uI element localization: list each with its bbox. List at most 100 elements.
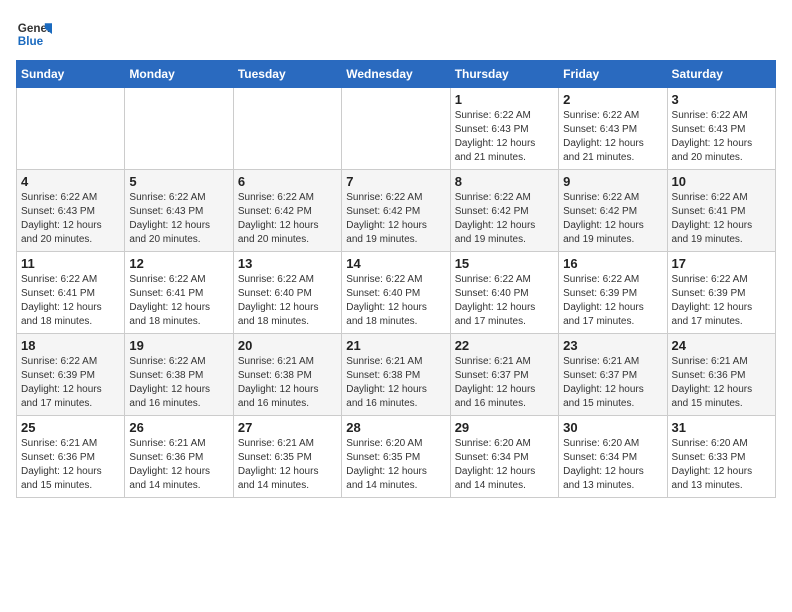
calendar-cell: 2 Sunrise: 6:22 AM Sunset: 6:43 PM Daylig… (559, 88, 667, 170)
calendar-cell: 20 Sunrise: 6:21 AM Sunset: 6:38 PM Dayli… (233, 334, 341, 416)
day-info: Sunrise: 6:21 AM Sunset: 6:38 PM Dayligh… (238, 355, 337, 411)
day-number: 3 (672, 92, 771, 107)
day-number: 22 (455, 338, 554, 353)
calendar-cell: 28 Sunrise: 6:20 AM Sunset: 6:35 PM Dayli… (342, 416, 450, 498)
day-number: 6 (238, 174, 337, 189)
calendar-cell: 21 Sunrise: 6:21 AM Sunset: 6:38 PM Dayli… (342, 334, 450, 416)
day-number: 5 (129, 174, 228, 189)
day-number: 29 (455, 420, 554, 435)
day-number: 31 (672, 420, 771, 435)
calendar-cell: 5 Sunrise: 6:22 AM Sunset: 6:43 PM Daylig… (125, 170, 233, 252)
day-info: Sunrise: 6:22 AM Sunset: 6:40 PM Dayligh… (238, 273, 337, 329)
day-info: Sunrise: 6:22 AM Sunset: 6:42 PM Dayligh… (563, 191, 662, 247)
day-number: 9 (563, 174, 662, 189)
day-number: 13 (238, 256, 337, 271)
weekday-header-sunday: Sunday (17, 61, 125, 88)
calendar-table: SundayMondayTuesdayWednesdayThursdayFrid… (16, 60, 776, 498)
day-number: 12 (129, 256, 228, 271)
day-number: 25 (21, 420, 120, 435)
day-number: 28 (346, 420, 445, 435)
calendar-cell: 3 Sunrise: 6:22 AM Sunset: 6:43 PM Daylig… (667, 88, 775, 170)
logo-icon: General Blue (16, 16, 52, 52)
day-info: Sunrise: 6:22 AM Sunset: 6:41 PM Dayligh… (129, 273, 228, 329)
calendar-cell: 27Sunrise: 6:21 AM Sunset: 6:35 PM Dayli… (233, 416, 341, 498)
day-info: Sunrise: 6:22 AM Sunset: 6:42 PM Dayligh… (238, 191, 337, 247)
calendar-cell: 16 Sunrise: 6:22 AM Sunset: 6:39 PM Dayli… (559, 252, 667, 334)
day-info: Sunrise: 6:20 AM Sunset: 6:35 PM Dayligh… (346, 437, 445, 493)
calendar-cell: 9 Sunrise: 6:22 AM Sunset: 6:42 PM Daylig… (559, 170, 667, 252)
day-number: 10 (672, 174, 771, 189)
day-info: Sunrise: 6:22 AM Sunset: 6:41 PM Dayligh… (21, 273, 120, 329)
day-number: 30 (563, 420, 662, 435)
day-number: 17 (672, 256, 771, 271)
day-info: Sunrise: 6:22 AM Sunset: 6:43 PM Dayligh… (129, 191, 228, 247)
calendar-cell: 25 Sunrise: 6:21 AM Sunset: 6:36 PM Dayli… (17, 416, 125, 498)
day-info: Sunrise: 6:20 AM Sunset: 6:34 PM Dayligh… (455, 437, 554, 493)
day-number: 23 (563, 338, 662, 353)
day-info: Sunrise: 6:22 AM Sunset: 6:40 PM Dayligh… (455, 273, 554, 329)
calendar-cell: 1Sunrise: 6:22 AM Sunset: 6:43 PM Daylig… (450, 88, 558, 170)
calendar-cell (17, 88, 125, 170)
calendar-cell: 26 Sunrise: 6:21 AM Sunset: 6:36 PM Dayli… (125, 416, 233, 498)
weekday-header-monday: Monday (125, 61, 233, 88)
day-number: 21 (346, 338, 445, 353)
day-number: 11 (21, 256, 120, 271)
weekday-header-thursday: Thursday (450, 61, 558, 88)
day-info: Sunrise: 6:22 AM Sunset: 6:39 PM Dayligh… (21, 355, 120, 411)
calendar-cell: 12 Sunrise: 6:22 AM Sunset: 6:41 PM Dayli… (125, 252, 233, 334)
calendar-cell: 19 Sunrise: 6:22 AM Sunset: 6:38 PM Dayli… (125, 334, 233, 416)
weekday-header-wednesday: Wednesday (342, 61, 450, 88)
day-info: Sunrise: 6:22 AM Sunset: 6:39 PM Dayligh… (563, 273, 662, 329)
day-number: 2 (563, 92, 662, 107)
calendar-cell: 14Sunrise: 6:22 AM Sunset: 6:40 PM Dayli… (342, 252, 450, 334)
calendar-cell: 29 Sunrise: 6:20 AM Sunset: 6:34 PM Dayli… (450, 416, 558, 498)
calendar-cell: 15 Sunrise: 6:22 AM Sunset: 6:40 PM Dayli… (450, 252, 558, 334)
day-info: Sunrise: 6:22 AM Sunset: 6:42 PM Dayligh… (346, 191, 445, 247)
day-info: Sunrise: 6:22 AM Sunset: 6:38 PM Dayligh… (129, 355, 228, 411)
svg-text:Blue: Blue (18, 35, 44, 48)
calendar-cell: 6 Sunrise: 6:22 AM Sunset: 6:42 PM Daylig… (233, 170, 341, 252)
day-number: 24 (672, 338, 771, 353)
day-info: Sunrise: 6:21 AM Sunset: 6:36 PM Dayligh… (129, 437, 228, 493)
day-info: Sunrise: 6:20 AM Sunset: 6:34 PM Dayligh… (563, 437, 662, 493)
calendar-cell: 31 Sunrise: 6:20 AM Sunset: 6:33 PM Dayli… (667, 416, 775, 498)
day-number: 20 (238, 338, 337, 353)
day-info: Sunrise: 6:21 AM Sunset: 6:37 PM Dayligh… (455, 355, 554, 411)
calendar-cell: 24 Sunrise: 6:21 AM Sunset: 6:36 PM Dayli… (667, 334, 775, 416)
day-info: Sunrise: 6:22 AM Sunset: 6:42 PM Dayligh… (455, 191, 554, 247)
day-number: 16 (563, 256, 662, 271)
day-number: 19 (129, 338, 228, 353)
day-info: Sunrise: 6:21 AM Sunset: 6:36 PM Dayligh… (672, 355, 771, 411)
calendar-cell: 11 Sunrise: 6:22 AM Sunset: 6:41 PM Dayli… (17, 252, 125, 334)
logo: General Blue (16, 16, 52, 52)
day-number: 15 (455, 256, 554, 271)
day-info: Sunrise: 6:22 AM Sunset: 6:43 PM Dayligh… (563, 109, 662, 165)
day-info: Sunrise: 6:21 AM Sunset: 6:36 PM Dayligh… (21, 437, 120, 493)
page-header: General Blue (16, 16, 776, 52)
day-info: Sunrise: 6:22 AM Sunset: 6:41 PM Dayligh… (672, 191, 771, 247)
calendar-cell: 17 Sunrise: 6:22 AM Sunset: 6:39 PM Dayli… (667, 252, 775, 334)
calendar-cell: 4Sunrise: 6:22 AM Sunset: 6:43 PM Daylig… (17, 170, 125, 252)
calendar-cell (233, 88, 341, 170)
calendar-cell: 7Sunrise: 6:22 AM Sunset: 6:42 PM Daylig… (342, 170, 450, 252)
calendar-cell: 8 Sunrise: 6:22 AM Sunset: 6:42 PM Daylig… (450, 170, 558, 252)
day-info: Sunrise: 6:21 AM Sunset: 6:38 PM Dayligh… (346, 355, 445, 411)
day-number: 26 (129, 420, 228, 435)
day-info: Sunrise: 6:20 AM Sunset: 6:33 PM Dayligh… (672, 437, 771, 493)
calendar-cell: 13 Sunrise: 6:22 AM Sunset: 6:40 PM Dayli… (233, 252, 341, 334)
day-info: Sunrise: 6:22 AM Sunset: 6:43 PM Dayligh… (672, 109, 771, 165)
weekday-header-tuesday: Tuesday (233, 61, 341, 88)
calendar-cell: 22 Sunrise: 6:21 AM Sunset: 6:37 PM Dayli… (450, 334, 558, 416)
calendar-cell: 18 Sunrise: 6:22 AM Sunset: 6:39 PM Dayli… (17, 334, 125, 416)
calendar-cell (342, 88, 450, 170)
day-number: 18 (21, 338, 120, 353)
day-number: 8 (455, 174, 554, 189)
day-info: Sunrise: 6:22 AM Sunset: 6:43 PM Dayligh… (21, 191, 120, 247)
calendar-cell: 30 Sunrise: 6:20 AM Sunset: 6:34 PM Dayli… (559, 416, 667, 498)
weekday-header-saturday: Saturday (667, 61, 775, 88)
day-info: Sunrise: 6:22 AM Sunset: 6:39 PM Dayligh… (672, 273, 771, 329)
day-info: Sunrise: 6:21 AM Sunset: 6:37 PM Dayligh… (563, 355, 662, 411)
day-info: Sunrise: 6:21 AM Sunset: 6:35 PM Dayligh… (238, 437, 337, 493)
weekday-header-friday: Friday (559, 61, 667, 88)
calendar-cell: 23 Sunrise: 6:21 AM Sunset: 6:37 PM Dayli… (559, 334, 667, 416)
